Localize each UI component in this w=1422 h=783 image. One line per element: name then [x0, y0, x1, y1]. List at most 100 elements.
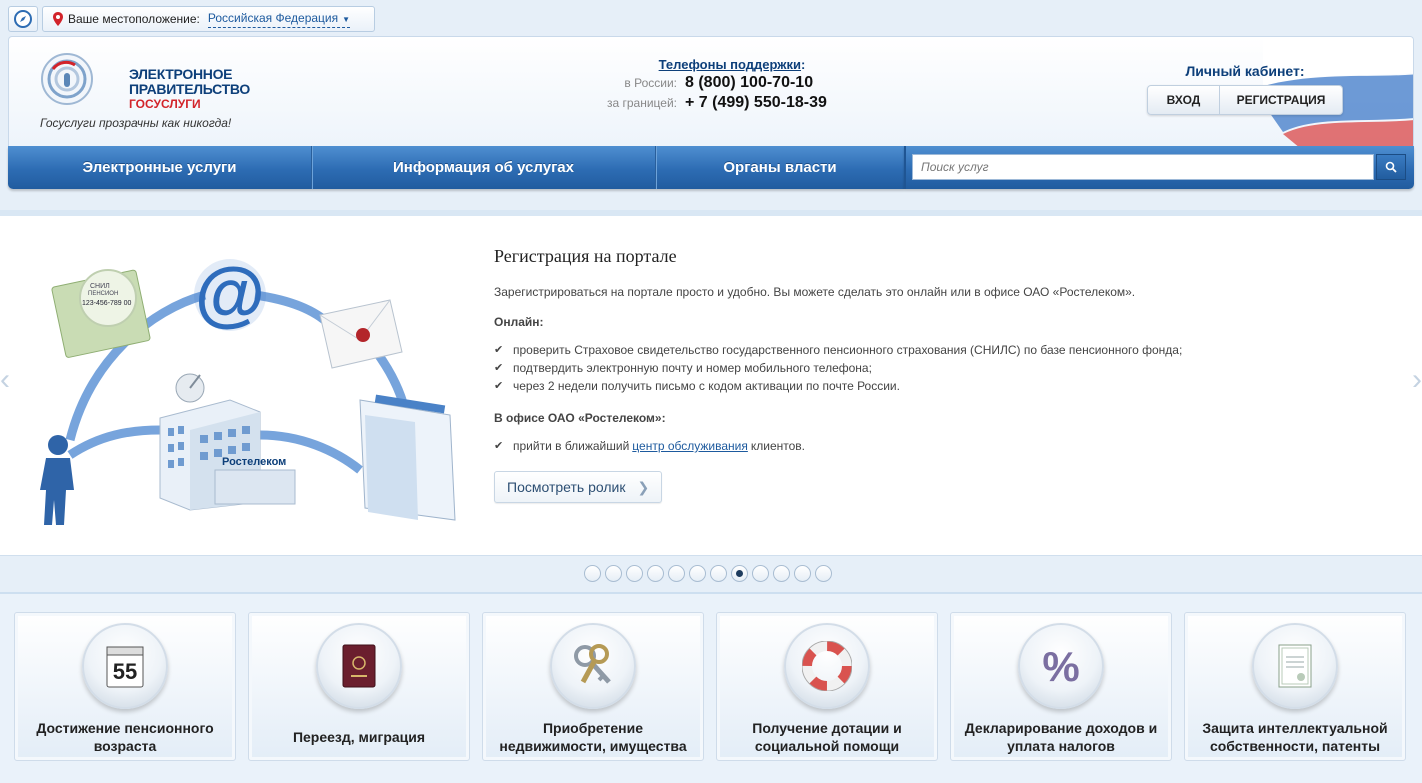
search-input[interactable]	[912, 154, 1374, 180]
category-migration[interactable]: Переезд, миграция	[248, 612, 470, 761]
slider-dot[interactable]	[626, 565, 643, 582]
category-property[interactable]: Приобретение недвижимости, имущества	[482, 612, 704, 761]
support-title-colon: :	[801, 57, 806, 72]
location-value: Российская Федерация	[207, 10, 339, 25]
compass-button[interactable]	[8, 6, 38, 32]
category-retirement[interactable]: 55 Достижение пенсионного возраста	[14, 612, 236, 761]
service-center-link[interactable]: центр обслуживания	[632, 437, 748, 455]
online-step-1: проверить Страховое свидетельство госуда…	[513, 343, 1183, 357]
support-phones: Телефоны поддержки: в России: 8 (800) 10…	[597, 57, 837, 112]
phone-number-abroad: + 7 (499) 550-18-39	[685, 94, 827, 111]
portal-document-icon	[359, 394, 456, 521]
slider-next-button[interactable]: ›	[1412, 360, 1422, 400]
list-item: ✔ проверить Страховое свидетельство госуд…	[494, 341, 1394, 359]
category-label: Декларирование доходов и уплата налогов	[964, 720, 1158, 754]
keys-icon	[574, 644, 611, 684]
envelope-icon	[319, 299, 403, 369]
phone-label-abroad: за границей:	[606, 96, 677, 110]
slider-dot[interactable]	[710, 565, 727, 582]
checkmark-icon: ✔	[494, 344, 504, 356]
map-pin-icon	[53, 12, 63, 26]
location-label: Ваше местоположение:	[68, 12, 200, 26]
office-heading: В офисе ОАО «Ростелеком»:	[494, 411, 666, 425]
calendar-icon: 55	[106, 646, 144, 688]
slider-dot[interactable]	[689, 565, 706, 582]
online-step-3: через 2 недели получить письмо с кодом а…	[513, 379, 900, 393]
phone-number-russia: 8 (800) 100-70-10	[685, 74, 814, 91]
slider-dot[interactable]	[584, 565, 601, 582]
nav-services-info[interactable]: Информация об услугах	[312, 146, 656, 189]
chevron-down-icon: ▼	[342, 14, 351, 24]
checkmark-icon: ✔	[494, 440, 504, 452]
chevron-right-icon: ❯	[637, 478, 650, 495]
checkmark-icon: ✔	[494, 362, 504, 374]
office-step-before: прийти в ближайший	[513, 439, 630, 453]
percent-icon: %	[1042, 643, 1079, 690]
list-item: ✔ через 2 недели получить письмо с кодом …	[494, 377, 1394, 395]
slider-dot[interactable]	[752, 565, 769, 582]
watch-video-button[interactable]: Посмотреть ролик ❯	[494, 471, 663, 503]
category-patents[interactable]: Защита интеллектуальной собственности, п…	[1184, 612, 1406, 761]
personal-cabinet: Личный кабинет: ВХОД РЕГИСТРАЦИЯ	[1147, 63, 1343, 115]
slider-dot[interactable]	[815, 565, 832, 582]
support-title-text: Телефоны поддержки	[658, 57, 802, 72]
location-dropdown[interactable]: Российская Федерация ▼	[207, 10, 351, 28]
category-icon-frame	[1252, 623, 1338, 709]
office-step-after: клиентов.	[750, 439, 806, 453]
search-bar	[904, 146, 1414, 189]
slider-dot[interactable]	[605, 565, 622, 582]
location-bar: Ваше местоположение: Российская Федераци…	[0, 0, 1422, 36]
category-icon-frame: %	[1018, 623, 1104, 709]
snils-card-icon: СНИЛ ПЕНСИОН 123-456-789 00	[51, 269, 151, 358]
lifebuoy-icon	[802, 641, 852, 691]
search-icon	[1385, 161, 1397, 173]
login-button[interactable]: ВХОД	[1148, 86, 1220, 114]
slogan: Госуслуги прозрачны как никогда!	[40, 116, 232, 130]
slide-intro: Зарегистрироваться на портале просто и у…	[494, 285, 1136, 299]
email-at-icon: @	[194, 254, 266, 334]
list-item: ✔ прийти в ближайший центр обслуживания кли…	[494, 437, 1394, 455]
category-label: Переезд, миграция	[292, 729, 426, 745]
list-item: ✔ подтвердить электронную почту и номер м…	[494, 359, 1394, 377]
snils-title-text: СНИЛ	[90, 283, 110, 290]
registration-illustration: СНИЛ ПЕНСИОН 123-456-789 00 @ Ростелеком	[40, 254, 456, 525]
nav-authorities[interactable]: Органы власти	[656, 146, 904, 189]
online-steps-list: ✔ проверить Страховое свидетельство госуд…	[494, 341, 1394, 395]
category-icon-frame: 55	[82, 623, 168, 709]
phone-row-russia: в России: 8 (800) 100-70-10	[597, 74, 837, 92]
register-button[interactable]: РЕГИСТРАЦИЯ	[1220, 86, 1342, 114]
passport-icon	[342, 644, 376, 688]
main-nav: Электронные услуги Информация об услугах…	[8, 146, 904, 189]
office-steps-list: ✔ прийти в ближайший центр обслуживания кли…	[494, 437, 1394, 455]
cabinet-buttons: ВХОД РЕГИСТРАЦИЯ	[1147, 85, 1343, 115]
support-title[interactable]: Телефоны поддержки:	[627, 57, 837, 72]
slide-title: Регистрация на портале	[494, 246, 677, 266]
snils-number-text: 123-456-789 00	[82, 300, 132, 307]
search-button[interactable]	[1376, 154, 1406, 180]
logo-text: ЭЛЕКТРОННОЕ ПРАВИТЕЛЬСТВО ГОСУСЛУГИ	[129, 67, 250, 112]
slider-dot[interactable]	[773, 565, 790, 582]
person-icon	[40, 435, 74, 525]
portal-logo[interactable]: ЭЛЕКТРОННОЕ ПРАВИТЕЛЬСТВО ГОСУСЛУГИ	[39, 51, 250, 111]
category-label: Защита интеллектуальной собственности, п…	[1202, 720, 1388, 754]
slider-dot[interactable]	[668, 565, 685, 582]
logo-line-2: ПРАВИТЕЛЬСТВО	[129, 81, 250, 97]
slider-dot[interactable]	[647, 565, 664, 582]
slider-dot[interactable]	[794, 565, 811, 582]
logo-line-3: ГОСУСЛУГИ	[129, 97, 201, 111]
watch-video-label: Посмотреть ролик	[507, 479, 626, 495]
category-icon-frame	[550, 623, 636, 709]
category-icon-frame	[784, 623, 870, 709]
compass-icon	[14, 10, 32, 28]
slider-dot[interactable]	[731, 565, 748, 582]
category-social-aid[interactable]: Получение дотации и социальной помощи	[716, 612, 938, 761]
at-symbol-text: @	[195, 254, 265, 334]
percent-symbol: %	[1042, 643, 1079, 690]
category-taxes[interactable]: % Декларирование доходов и уплата налого…	[950, 612, 1172, 761]
nav-electronic-services[interactable]: Электронные услуги	[8, 146, 312, 189]
checkmark-icon: ✔	[494, 380, 504, 392]
slider-prev-button[interactable]: ‹	[0, 360, 10, 400]
category-label: Получение дотации и социальной помощи	[752, 720, 902, 754]
category-label: Достижение пенсионного возраста	[36, 720, 214, 754]
phone-row-abroad: за границей: + 7 (499) 550-18-39	[597, 94, 837, 112]
